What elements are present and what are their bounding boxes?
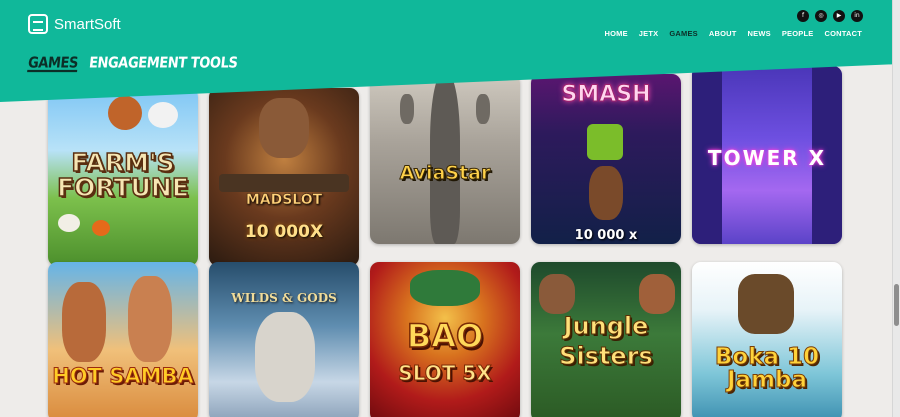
nav-item-contact[interactable]: CONTACT [824,29,862,38]
social-links: f ◎ ▶ in [797,10,863,22]
game-card[interactable]: Jungle Sisters [531,262,681,417]
tiki-mask-art [738,274,794,334]
game-title: TOWER X [707,146,827,170]
game-title: SMASH [561,82,651,107]
tab-engagement-tools[interactable]: ENGAGEMENT TOOLS [88,55,238,72]
game-title: HOT SAMBA [52,364,195,388]
dancer-art [128,276,172,362]
game-card[interactable]: Boka 10 Jamba [692,262,842,417]
game-card[interactable]: MADSLOT 10 000X [209,88,359,266]
sheep-art [58,214,80,232]
nav-item-people[interactable]: PEOPLE [782,29,814,38]
game-card[interactable]: WILDS & GODS [209,262,359,417]
jet-art [430,74,460,244]
facebook-icon[interactable]: f [797,10,809,22]
game-card[interactable]: TOWER X [692,66,842,244]
game-card[interactable]: AviaStar [370,74,520,244]
dancer-art [62,282,106,362]
game-subtitle: 10 000 x [574,228,638,243]
nav-item-jetx[interactable]: JETX [639,29,659,38]
game-title: WILDS & GODS [231,291,337,305]
youtube-icon[interactable]: ▶ [833,10,845,22]
linkedin-icon[interactable]: in [851,10,863,22]
boxer-art [589,166,623,220]
nav-item-about[interactable]: ABOUT [709,29,737,38]
nav-item-home[interactable]: HOME [604,29,627,38]
game-card[interactable]: BAO SLOT 5X [370,262,520,417]
jet-art [476,94,490,124]
section-tabs: GAMES ENGAGEMENT TOOLS [27,55,238,72]
game-card[interactable]: HOT SAMBA [48,262,198,417]
tab-games[interactable]: GAMES [27,55,79,72]
game-title: Boka 10 Jamba [714,344,820,393]
game-subtitle: 10 000X [244,222,324,242]
instagram-icon[interactable]: ◎ [815,10,827,22]
game-title: MADSLOT [245,192,323,208]
farmer-art [108,96,142,130]
page-scrollbar[interactable] [892,0,900,417]
game-subtitle: Sisters [559,342,654,370]
game-subtitle: SLOT 5X [398,361,492,385]
jet-art [400,94,414,124]
game-title: FARM'S FORTUNE [56,148,189,202]
explorer-art [539,274,575,314]
warrior-art [259,98,309,158]
game-title: BAO [406,317,484,355]
cannon-art [219,174,349,192]
main-nav: HOME JETX GAMES ABOUT NEWS PEOPLE CONTAC… [604,29,862,38]
nav-item-news[interactable]: NEWS [748,29,771,38]
pumpkin-art [92,220,110,236]
game-card[interactable]: FARM'S FORTUNE [48,88,198,266]
brand-logo[interactable]: SmartSoft [28,14,121,34]
dragon-art [410,270,480,306]
god-statue-art [255,312,315,402]
cow-art [148,102,178,128]
gem-art [587,124,623,160]
explorer-art [639,274,675,314]
scrollbar-thumb[interactable] [894,284,899,326]
nav-item-games[interactable]: GAMES [669,29,698,38]
game-title: Jungle [563,312,649,340]
smartsoft-logo-icon [28,14,48,34]
brand-name: SmartSoft [54,15,121,33]
game-title: AviaStar [399,162,491,184]
game-card[interactable]: SMASH 10 000 x [531,74,681,244]
